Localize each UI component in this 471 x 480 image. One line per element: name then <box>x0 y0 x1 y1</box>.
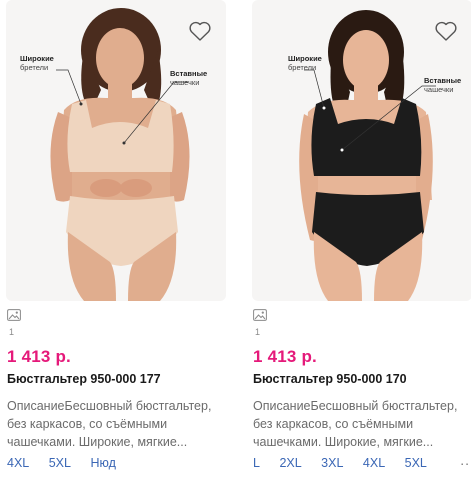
heart-outline-icon[interactable] <box>434 20 458 42</box>
product-description: ОписаниеБесшовный бюстгальтер, без карка… <box>7 397 219 451</box>
annotation-cups: Вставные чашечки <box>424 76 462 94</box>
product-card[interactable]: Широкие бретели Вставные чашечки 1 1 413… <box>6 0 226 470</box>
photo-count: 1 <box>9 327 15 337</box>
size-option[interactable]: 4XL <box>363 456 385 470</box>
image-icon <box>253 309 267 321</box>
model-photo <box>50 8 190 301</box>
product-photo[interactable]: Широкие бретели Вставные чашечки <box>6 0 226 301</box>
more-sizes-indicator[interactable]: .. <box>460 452 470 468</box>
annotation-straps: Широкие бретели <box>288 54 322 72</box>
description-line: чашечками. Широкие, мягкие... <box>7 435 188 449</box>
size-option[interactable]: 5XL <box>49 456 71 470</box>
photo-count: 1 <box>255 327 261 337</box>
description-line: ОписаниеБесшовный бюстгальтер, <box>253 399 458 413</box>
product-card[interactable]: Широкие бретели Вставные чашечки 1 1 413… <box>252 0 471 470</box>
product-description: ОписаниеБесшовный бюстгальтер, без карка… <box>253 397 465 451</box>
description-line: без каркасов, со съёмными <box>7 417 168 431</box>
description-line: без каркасов, со съёмными <box>253 417 414 431</box>
heart-outline-icon[interactable] <box>188 20 212 42</box>
image-icon <box>7 309 21 321</box>
size-option[interactable]: L <box>253 456 260 470</box>
price: 1 413 р. <box>7 347 71 366</box>
product-photo[interactable]: Широкие бретели Вставные чашечки <box>252 0 471 301</box>
size-option[interactable]: 4XL <box>7 456 29 470</box>
description-line: ОписаниеБесшовный бюстгальтер, <box>7 399 212 413</box>
size-option[interactable]: 2XL <box>279 456 301 470</box>
annotation-cups: Вставные чашечки <box>170 69 208 87</box>
description-line: чашечками. Широкие, мягкие... <box>253 435 434 449</box>
model-photo <box>299 10 436 301</box>
size-list: L 2XL 3XL 4XL 5XL <box>253 456 443 470</box>
annotation-straps: Широкие бретели <box>20 54 54 72</box>
size-list: 4XL 5XL Нюд <box>7 456 132 470</box>
size-option[interactable]: 5XL <box>405 456 427 470</box>
price: 1 413 р. <box>253 347 317 366</box>
product-title[interactable]: Бюстгальтер 950-000 177 <box>7 372 161 386</box>
size-option[interactable]: 3XL <box>321 456 343 470</box>
size-option[interactable]: Нюд <box>90 456 115 470</box>
product-title[interactable]: Бюстгальтер 950-000 170 <box>253 372 407 386</box>
